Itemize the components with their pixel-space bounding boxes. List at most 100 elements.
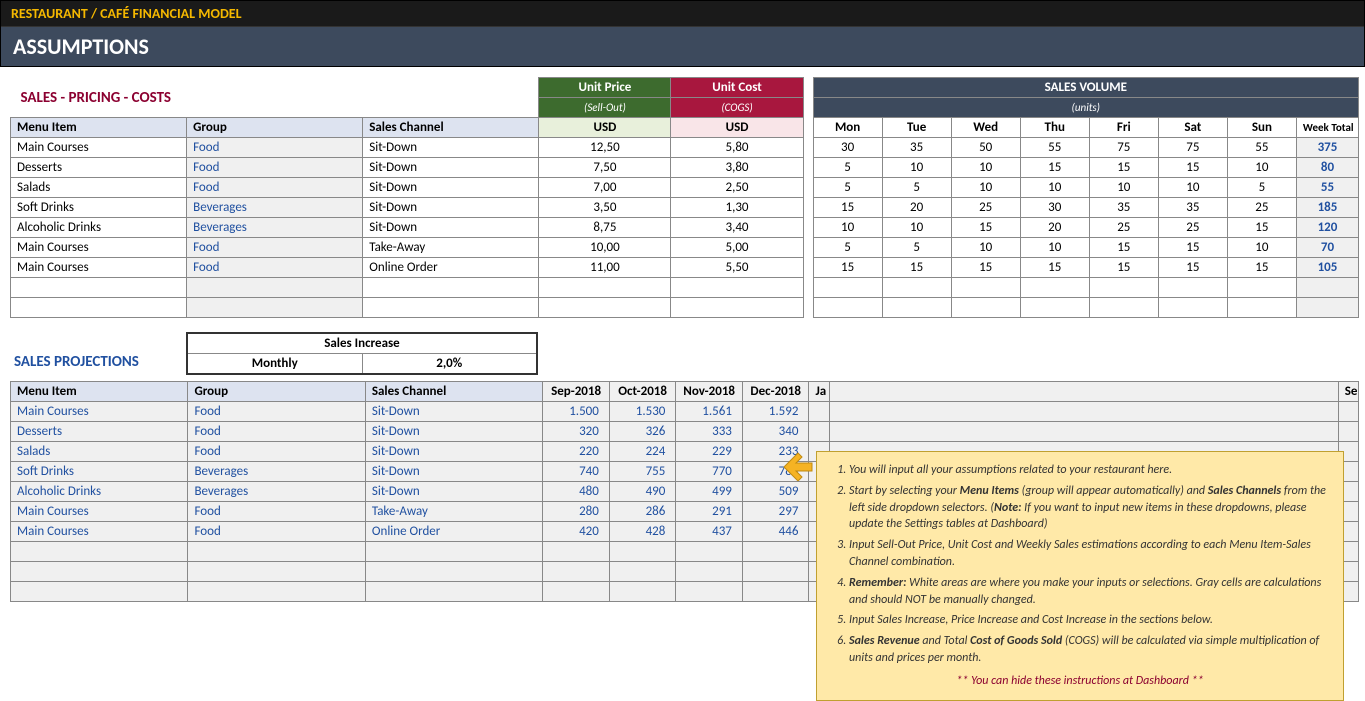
volume-cell[interactable]: 15 [1020,158,1089,178]
sales-increase-value[interactable]: 2,0% [362,354,537,375]
volume-cell[interactable]: 25 [1158,218,1227,238]
volume-cell[interactable]: 15 [1158,258,1227,278]
volume-cell[interactable]: 5 [882,238,951,258]
volume-cell[interactable]: 25 [1089,218,1158,238]
volume-cell[interactable]: 15 [951,218,1020,238]
price-cell[interactable]: 11,00 [539,258,671,278]
price-cell[interactable]: 8,75 [539,218,671,238]
menu-item-cell: Soft Drinks [11,462,188,482]
volume-cell[interactable]: 10 [882,158,951,178]
volume-cell[interactable]: 55 [1020,138,1089,158]
channel-cell[interactable]: Sit-Down [363,178,539,198]
unit-cost-header: Unit Cost [671,78,803,98]
cost-cell[interactable]: 5,00 [671,238,803,258]
channel-cell[interactable]: Sit-Down [363,138,539,158]
volume-cell[interactable]: 5 [813,178,882,198]
cost-cell[interactable]: 1,30 [671,198,803,218]
volume-cell[interactable]: 25 [1227,198,1296,218]
cost-cell[interactable]: 5,80 [671,138,803,158]
projection-cell: 220 [543,442,610,462]
volume-cell[interactable]: 75 [1089,138,1158,158]
volume-cell[interactable]: 10 [882,218,951,238]
week-total-cell: 80 [1296,158,1358,178]
volume-cell[interactable]: 10 [1158,178,1227,198]
volume-cell[interactable]: 10 [951,178,1020,198]
volume-cell[interactable]: 50 [951,138,1020,158]
volume-cell[interactable]: 15 [1227,258,1296,278]
volume-cell[interactable]: 15 [813,198,882,218]
volume-cell[interactable]: 10 [1227,238,1296,258]
volume-cell[interactable]: 15 [1089,258,1158,278]
volume-cell[interactable]: 10 [951,238,1020,258]
volume-cell[interactable]: 30 [813,138,882,158]
volume-cell[interactable]: 15 [1158,158,1227,178]
projection-cell: 1.500 [543,402,610,422]
cost-cell[interactable]: 2,50 [671,178,803,198]
volume-cell[interactable]: 5 [813,158,882,178]
volume-cell[interactable]: 15 [882,258,951,278]
volume-cell[interactable]: 10 [813,218,882,238]
volume-cell[interactable]: 35 [1089,198,1158,218]
group-cell: Food [188,402,365,422]
volume-cell[interactable]: 10 [1020,178,1089,198]
unit-price-header: Unit Price [539,78,671,98]
volume-cell[interactable]: 35 [1158,198,1227,218]
volume-cell[interactable]: 5 [813,238,882,258]
price-cell[interactable]: 7,50 [539,158,671,178]
volume-cell[interactable]: 10 [1227,158,1296,178]
channel-cell[interactable]: Sit-Down [363,198,539,218]
menu-item-cell[interactable]: Salads [11,178,187,198]
price-cell[interactable]: 7,00 [539,178,671,198]
volume-cell[interactable]: 5 [882,178,951,198]
channel-cell[interactable]: Take-Away [363,238,539,258]
section-sales-pricing-costs: SALES - PRICING - COSTS [17,81,533,115]
group-cell: Beverages [188,482,365,502]
volume-cell[interactable]: 55 [1227,138,1296,158]
volume-cell[interactable]: 35 [882,138,951,158]
cost-cell[interactable]: 3,40 [671,218,803,238]
group-cell: Food [187,178,363,198]
group-cell: Food [188,522,365,542]
volume-cell[interactable]: 10 [951,158,1020,178]
volume-cell[interactable]: 15 [951,258,1020,278]
volume-cell[interactable]: 25 [951,198,1020,218]
volume-cell[interactable]: 15 [1020,258,1089,278]
volume-cell[interactable]: 15 [813,258,882,278]
section-sales-projections: SALES PROJECTIONS [10,345,186,375]
week-total-cell: 185 [1296,198,1358,218]
channel-cell: Sit-Down [365,482,542,502]
channel-cell[interactable]: Sit-Down [363,218,539,238]
volume-cell[interactable]: 75 [1158,138,1227,158]
cost-cell[interactable]: 5,50 [671,258,803,278]
projection-cell: 428 [609,522,676,542]
menu-item-cell: Desserts [11,422,188,442]
price-cell[interactable]: 12,50 [539,138,671,158]
menu-item-cell[interactable]: Desserts [11,158,187,178]
volume-cell[interactable]: 15 [1089,238,1158,258]
price-cell[interactable]: 3,50 [539,198,671,218]
volume-cell[interactable]: 5 [1227,178,1296,198]
channel-cell[interactable]: Sit-Down [363,158,539,178]
volume-cell[interactable]: 15 [1227,218,1296,238]
volume-cell[interactable]: 10 [1089,178,1158,198]
projection-cell: 291 [676,502,743,522]
menu-item-cell[interactable]: Soft Drinks [11,198,187,218]
volume-cell[interactable]: 15 [1158,238,1227,258]
menu-item-cell[interactable]: Alcoholic Drinks [11,218,187,238]
table-row: Alcoholic DrinksBeveragesSit-Down8,753,4… [11,218,1359,238]
volume-cell[interactable]: 20 [882,198,951,218]
channel-cell[interactable]: Online Order [363,258,539,278]
cost-cell[interactable]: 3,80 [671,158,803,178]
price-cell[interactable]: 10,00 [539,238,671,258]
volume-cell[interactable]: 20 [1020,218,1089,238]
menu-item-cell[interactable]: Main Courses [11,138,187,158]
projection-cell: 280 [543,502,610,522]
pricing-table: SALES - PRICING - COSTS Unit Price Unit … [10,77,1359,318]
col-group: Group [187,118,363,138]
volume-cell[interactable]: 15 [1089,158,1158,178]
volume-cell[interactable]: 10 [1020,238,1089,258]
menu-item-cell[interactable]: Main Courses [11,238,187,258]
projection-cell: 1.561 [676,402,743,422]
volume-cell[interactable]: 30 [1020,198,1089,218]
menu-item-cell[interactable]: Main Courses [11,258,187,278]
